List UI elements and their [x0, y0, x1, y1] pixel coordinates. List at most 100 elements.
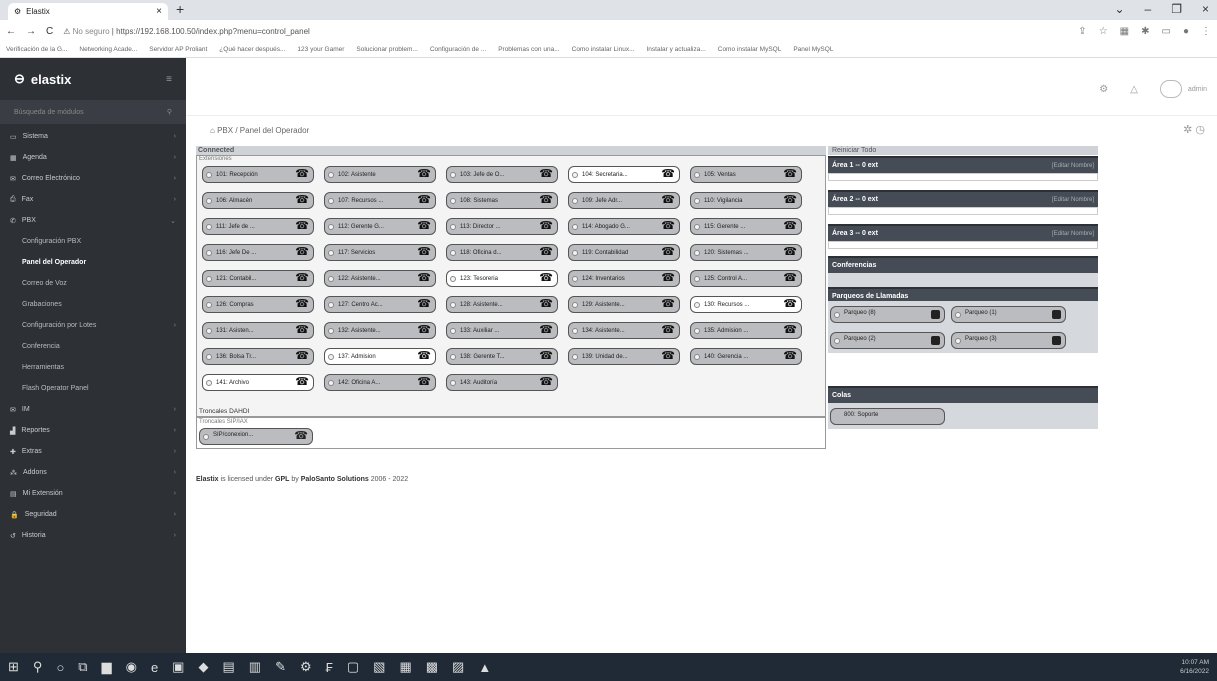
- sidebar-subitem[interactable]: Panel del Operador: [0, 252, 186, 273]
- clock[interactable]: 10:07 AM 6/16/2022: [1180, 658, 1209, 676]
- area-dropzone[interactable]: [828, 207, 1098, 215]
- menu-dots-icon[interactable]: ⋮: [1201, 26, 1211, 37]
- profile-icon[interactable]: ●: [1183, 26, 1189, 37]
- parking-slot[interactable]: Parqueo (2): [830, 332, 945, 349]
- bookmark-item[interactable]: Problemas con una...: [498, 46, 559, 53]
- app-icon[interactable]: ▤: [222, 659, 234, 675]
- app-icon[interactable]: ✎: [275, 659, 286, 675]
- extension-button[interactable]: 123: Tesoreria ☎: [446, 270, 558, 287]
- extension-icon[interactable]: ▦: [1120, 26, 1129, 37]
- close-tab-icon[interactable]: ×: [156, 6, 162, 17]
- bookmark-item[interactable]: ¿Qué hacer después...: [219, 46, 285, 53]
- bookmark-item[interactable]: 123 your Gamer: [297, 46, 344, 53]
- sidebar-subitem[interactable]: Correo de Voz: [0, 273, 186, 294]
- sidebar-item-pbx[interactable]: ✆ PBX ⌄: [0, 210, 186, 231]
- bookmark-item[interactable]: Verificación de la G...: [6, 46, 67, 53]
- sidebar-subitem[interactable]: Flash Operator Panel: [0, 378, 186, 399]
- close-icon[interactable]: ×: [1202, 2, 1209, 16]
- extension-button[interactable]: 127: Centro Ac... ☎: [324, 296, 436, 313]
- sidebar-subitem[interactable]: Grabaciones: [0, 294, 186, 315]
- chevron-down-icon[interactable]: ⌄: [1114, 2, 1124, 16]
- chrome-icon[interactable]: ◉: [126, 659, 137, 675]
- extension-button[interactable]: 115: Gerente ... ☎: [690, 218, 802, 235]
- extension-button[interactable]: 124: Inventarios ☎: [568, 270, 680, 287]
- extension-button[interactable]: 121: Contabil... ☎: [202, 270, 314, 287]
- sidebar-item-addons[interactable]: ⁂ Addons ›: [0, 462, 186, 483]
- extension-button[interactable]: 120: Sistemas ... ☎: [690, 244, 802, 261]
- app-icon[interactable]: ▲: [478, 660, 491, 675]
- extension-button[interactable]: 118: Oficina d... ☎: [446, 244, 558, 261]
- app-icon[interactable]: ▦: [399, 659, 411, 675]
- extension-button[interactable]: 112: Gerente G... ☎: [324, 218, 436, 235]
- app-icon[interactable]: ⚙: [300, 659, 312, 675]
- app-icon[interactable]: ▨: [452, 659, 464, 675]
- task-view-icon[interactable]: ⧉: [78, 659, 87, 675]
- queue-item[interactable]: 800: Soporte: [830, 408, 945, 425]
- sidebar-item-sistema[interactable]: ▭ Sistema ›: [0, 126, 186, 147]
- sidebar-subitem[interactable]: Configuración por Lotes ›: [0, 315, 186, 336]
- extension-button[interactable]: 113: Director ... ☎: [446, 218, 558, 235]
- sidebar-item-fax[interactable]: ⎙ Fax ›: [0, 189, 186, 210]
- app-icon[interactable]: ◆: [198, 659, 208, 675]
- app-icon[interactable]: ₣: [326, 660, 333, 675]
- extension-button[interactable]: 126: Compras ☎: [202, 296, 314, 313]
- sidebar-subitem[interactable]: Herramientas: [0, 357, 186, 378]
- app-icon[interactable]: ▥: [249, 659, 261, 675]
- app-icon[interactable]: ▧: [373, 659, 385, 675]
- extension-button[interactable]: 133: Auxiliar ... ☎: [446, 322, 558, 339]
- hamburger-icon[interactable]: ≡: [166, 74, 172, 85]
- star-icon[interactable]: ☆: [1099, 26, 1108, 37]
- extension-button[interactable]: 103: Jefe de O... ☎: [446, 166, 558, 183]
- url-field[interactable]: ⚠ No seguro | https://192.168.100.50/ind…: [63, 27, 310, 36]
- extension-button[interactable]: 139: Unidad de... ☎: [568, 348, 680, 365]
- reset-all-button[interactable]: Reiniciar Todo: [828, 146, 1098, 155]
- sidebar-item-seguridad[interactable]: 🔒 Seguridad ›: [0, 504, 186, 525]
- sidebar-item-im[interactable]: ✉ IM ›: [0, 399, 186, 420]
- extension-button[interactable]: 116: Jefe De ... ☎: [202, 244, 314, 261]
- share-icon[interactable]: ⇪: [1078, 26, 1086, 37]
- extension-button[interactable]: 102: Asistente ☎: [324, 166, 436, 183]
- avatar[interactable]: [1159, 80, 1182, 98]
- extension-button[interactable]: 114: Abogado G... ☎: [568, 218, 680, 235]
- extension-button[interactable]: 143: Auditoría ☎: [446, 374, 558, 391]
- sidebar-item-extras[interactable]: ✚ Extras ›: [0, 441, 186, 462]
- home-icon[interactable]: ⌂: [210, 126, 215, 135]
- parking-slot[interactable]: Parqueo (3): [951, 332, 1066, 349]
- windows-start-icon[interactable]: ⊞: [8, 659, 19, 675]
- forward-icon[interactable]: →: [26, 26, 36, 37]
- sidebar-item-mi-extensi-n[interactable]: ▤ Mi Extensión ›: [0, 483, 186, 504]
- extension-button[interactable]: 101: Recepción ☎: [202, 166, 314, 183]
- area-dropzone[interactable]: [828, 173, 1098, 181]
- bookmark-item[interactable]: Configuración de ...: [430, 46, 486, 53]
- bookmark-item[interactable]: Panel MySQL: [793, 46, 833, 53]
- settings-icon[interactable]: ⚙: [1099, 84, 1108, 95]
- bookmark-item[interactable]: Instalar y actualiza...: [647, 46, 706, 53]
- back-icon[interactable]: ←: [6, 26, 16, 37]
- extension-button[interactable]: 104: Secretaria... ☎: [568, 166, 680, 183]
- elastix-logo[interactable]: ⊖ elastix ≡: [0, 58, 186, 100]
- sidepanel-icon[interactable]: ▭: [1162, 26, 1171, 37]
- extension-button[interactable]: 129: Asistente... ☎: [568, 296, 680, 313]
- edit-name-link[interactable]: [Editar Nombre]: [1052, 197, 1094, 203]
- new-tab-icon[interactable]: +: [176, 1, 184, 17]
- bookmark-item[interactable]: Como instalar MySQL: [718, 46, 782, 53]
- edge-icon[interactable]: e: [151, 660, 158, 675]
- extension-button[interactable]: 110: Vigilancia ☎: [690, 192, 802, 209]
- search-icon[interactable]: ⚲: [33, 659, 43, 675]
- extension-button[interactable]: 108: Sistemas ☎: [446, 192, 558, 209]
- extension-button[interactable]: 122: Asistente... ☎: [324, 270, 436, 287]
- footer-license[interactable]: GPL: [275, 476, 289, 483]
- extension-button[interactable]: 128: Asistente... ☎: [446, 296, 558, 313]
- folder-icon[interactable]: ▆: [102, 659, 112, 675]
- extension-button[interactable]: 141: Archivo ☎: [202, 374, 314, 391]
- sidebar-item-agenda[interactable]: ▦ Agenda ›: [0, 147, 186, 168]
- extension-button[interactable]: 109: Jefe Adr... ☎: [568, 192, 680, 209]
- user-name[interactable]: admin: [1188, 86, 1207, 93]
- extension-button[interactable]: 119: Contabilidad ☎: [568, 244, 680, 261]
- extension-button[interactable]: 140: Gerencia ... ☎: [690, 348, 802, 365]
- bookmark-item[interactable]: Networking Acade...: [79, 46, 137, 53]
- sidebar-item-correo-electr-nico[interactable]: ✉ Correo Electrónico ›: [0, 168, 186, 189]
- breadcrumb-section[interactable]: PBX: [217, 126, 233, 135]
- extension-button[interactable]: 130: Recursos ... ☎: [690, 296, 802, 313]
- extension-button[interactable]: 138: Gerente T... ☎: [446, 348, 558, 365]
